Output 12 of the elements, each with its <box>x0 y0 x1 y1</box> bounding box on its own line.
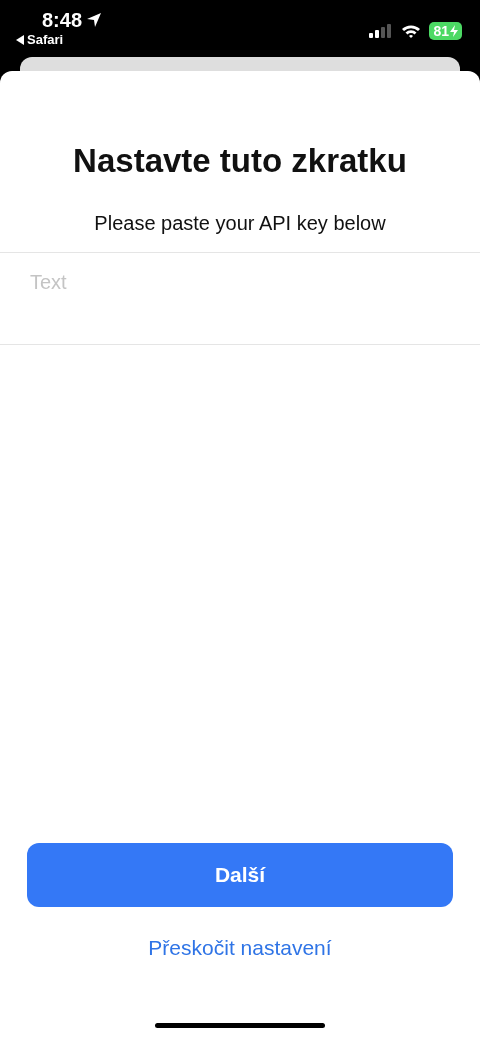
back-to-app-link[interactable]: Safari <box>27 32 64 48</box>
next-button[interactable]: Další <box>27 843 453 907</box>
wifi-icon <box>401 24 422 38</box>
sheet-title: Nastavte tuto zkratku <box>73 141 407 181</box>
api-key-field[interactable]: Text <box>30 267 450 297</box>
back-arrow-icon <box>16 35 24 45</box>
signal-icon <box>369 24 394 38</box>
skip-setup-link[interactable]: Přeskočit nastavení <box>148 935 332 961</box>
location-arrow-icon <box>86 12 103 28</box>
battery-indicator: 81 <box>429 22 462 40</box>
prompt-text: Please paste your API key below <box>94 211 386 235</box>
status-time: 8:48 <box>42 8 83 32</box>
